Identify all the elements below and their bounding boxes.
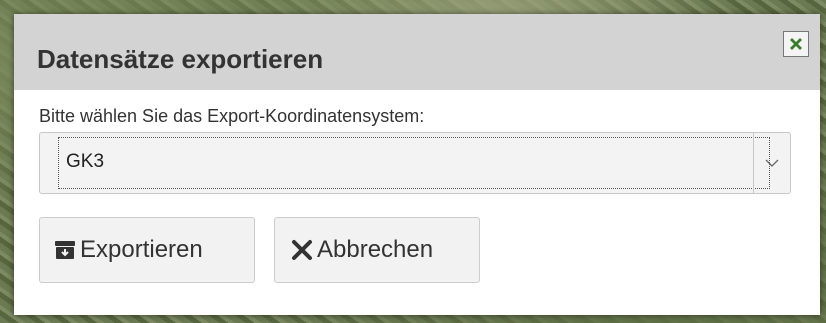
dialog-header: Datensätze exportieren (14, 14, 820, 90)
cancel-button-label: Abbrechen (317, 236, 434, 263)
close-button[interactable] (783, 31, 809, 57)
coordinate-system-select[interactable]: GK3 (39, 132, 791, 194)
export-button[interactable]: Exportieren (39, 217, 255, 283)
chevron-down-icon (765, 159, 779, 167)
coordinate-system-value: GK3 (58, 137, 770, 189)
dialog-title: Datensätze exportieren (37, 44, 324, 74)
export-button-label: Exportieren (80, 236, 203, 263)
cancel-button[interactable]: Abbrechen (274, 217, 480, 283)
archive-download-icon (54, 240, 76, 260)
close-x-icon (790, 38, 802, 50)
coordinate-system-label: Bitte wählen Sie das Export-Koordinatens… (39, 106, 425, 126)
select-dropdown-arrow[interactable] (753, 133, 790, 193)
export-dialog: Datensätze exportieren Bitte wählen Sie … (14, 14, 820, 315)
x-icon (291, 239, 313, 261)
